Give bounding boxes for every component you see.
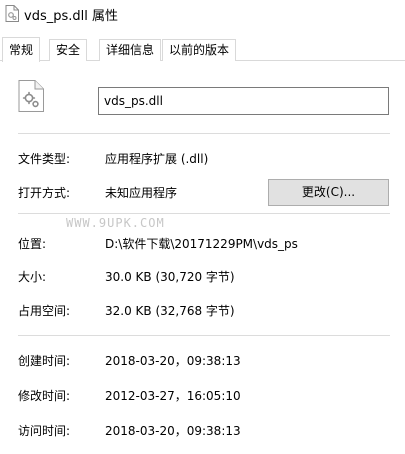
modified-value: 2012-03-27，16:05:10 [105, 389, 241, 403]
modified-label: 修改时间: [18, 389, 71, 403]
dll-file-icon [5, 5, 19, 22]
size-on-disk-value: 32.0 KB (32,768 字节) [105, 304, 235, 318]
size-value: 30.0 KB (30,720 字节) [105, 270, 235, 284]
divider [18, 335, 390, 336]
created-label: 创建时间: [18, 354, 71, 368]
watermark-text: WWW.9UPK.COM [66, 216, 165, 230]
accessed-value: 2018-03-20，09:38:13 [105, 424, 241, 438]
dll-file-icon [18, 80, 44, 112]
divider [18, 213, 390, 214]
tab-strip: 常规 安全 详细信息 以前的版本 [0, 37, 405, 62]
title-bar: vds_ps.dll 属性 [0, 0, 405, 28]
open-with-value: 未知应用程序 [105, 186, 178, 200]
file-type-label: 文件类型: [18, 152, 71, 166]
location-value: D:\软件下载\20171229PM\vds_ps [105, 237, 298, 251]
file-type-value: 应用程序扩展 (.dll) [105, 152, 209, 166]
tab-security[interactable]: 安全 [49, 39, 88, 61]
size-label: 大小: [18, 270, 47, 284]
open-with-label: 打开方式: [18, 186, 71, 200]
size-on-disk-label: 占用空间: [18, 304, 71, 318]
window-title: vds_ps.dll 属性 [24, 9, 118, 24]
general-panel: 文件类型: 应用程序扩展 (.dll) 打开方式: 未知应用程序 更改(C)..… [0, 61, 405, 454]
location-label: 位置: [18, 237, 47, 251]
tab-previous-versions[interactable]: 以前的版本 [162, 39, 237, 61]
divider [18, 133, 390, 134]
tab-details[interactable]: 详细信息 [99, 39, 162, 61]
tab-general[interactable]: 常规 [2, 37, 41, 62]
created-value: 2018-03-20，09:38:13 [105, 354, 241, 368]
accessed-label: 访问时间: [18, 424, 71, 438]
change-button[interactable]: 更改(C)... [268, 179, 389, 206]
filename-input[interactable] [98, 87, 389, 115]
